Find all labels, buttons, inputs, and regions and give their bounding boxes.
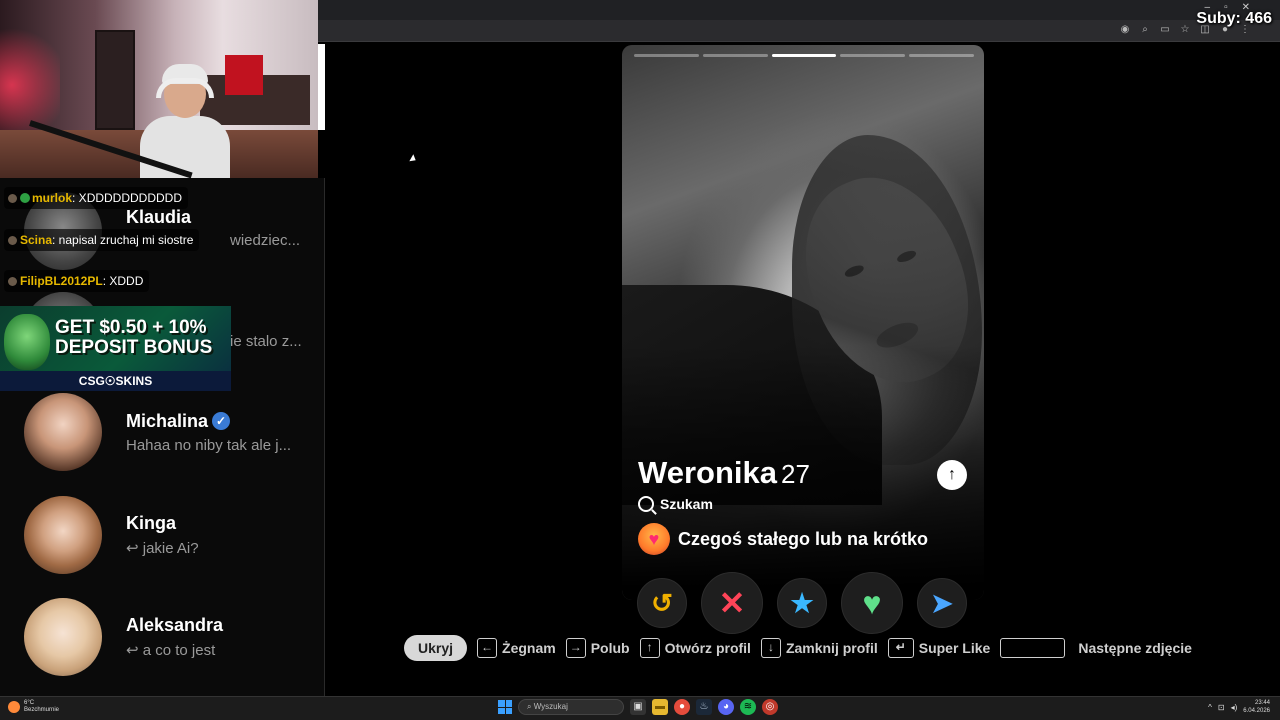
photo-progress-segment[interactable] bbox=[634, 54, 699, 57]
arrow-left-key-icon: ← bbox=[477, 638, 498, 658]
chat-avatar-icon bbox=[8, 277, 17, 286]
photo-progress-segment[interactable] bbox=[771, 54, 837, 57]
heart-icon: ♥ bbox=[862, 584, 882, 621]
sun-icon bbox=[8, 701, 20, 713]
file-explorer-icon[interactable]: ▬ bbox=[652, 699, 668, 715]
mascot-icon bbox=[4, 314, 50, 370]
arrow-down-key-icon: ↓ bbox=[760, 638, 781, 658]
looking-for: Szukam bbox=[638, 496, 713, 512]
heart-eyes-icon: ♥ bbox=[638, 523, 670, 555]
match-preview: ie stalo z... bbox=[230, 333, 302, 350]
profile-name: Weronika 27 bbox=[638, 455, 810, 490]
nope-button[interactable]: ✕ bbox=[701, 572, 763, 634]
rewind-button[interactable]: ↺ bbox=[637, 578, 687, 628]
space-key-icon bbox=[1000, 638, 1066, 658]
mouse-cursor-icon bbox=[409, 154, 418, 164]
system-tray: ^ ⊡ ◂) 23:44 6.04.2026 bbox=[1208, 699, 1270, 715]
arrow-up-icon[interactable]: ↑ bbox=[937, 460, 967, 490]
keyboard-hints: Ukryj ← Żegnam → Polub ↑ Otwórz profil ↓ Zam… bbox=[404, 634, 1192, 662]
chevron-up-icon[interactable]: ^ bbox=[1208, 703, 1212, 712]
webcam-shirt bbox=[225, 55, 263, 95]
network-icon[interactable]: ⊡ bbox=[1218, 703, 1225, 712]
photo-progress bbox=[634, 54, 974, 57]
task-view-icon[interactable]: ▣ bbox=[630, 699, 646, 715]
relationship-goal: ♥ Czegoś stałego lub na krótko bbox=[638, 523, 928, 555]
screen: { "overlay": {"subs_label": "Suby: 466"}… bbox=[0, 0, 1280, 720]
hint-next-photo: Następne zdjęcie bbox=[1000, 638, 1192, 658]
chat-avatar-icon bbox=[8, 236, 17, 245]
star-icon: ★ bbox=[790, 587, 814, 618]
taskbar: 6°C Bezchmurnie ⌕ Wyszukaj ▣ ▬ ● ♨ ◕ ≋ ◎ … bbox=[0, 696, 1280, 720]
chat-message: murlok: XDDDDDDDDDDD bbox=[4, 187, 189, 209]
subscriber-badge-icon bbox=[20, 193, 30, 203]
verified-badge-icon: ✓ bbox=[212, 412, 231, 430]
match-preview: Hahaa no niby tak ale j... bbox=[126, 437, 292, 454]
spotify-icon[interactable]: ≋ bbox=[740, 699, 756, 715]
chat-message: FilipBL2012PL: XDDD bbox=[4, 270, 150, 292]
sponsor-banner: GET $0.50 + 10% DEPOSIT BONUS CSG☉SKINS bbox=[0, 306, 231, 391]
volume-icon[interactable]: ◂) bbox=[1231, 703, 1238, 712]
match-item[interactable]: Michalina ✓ Hahaa no niby tak ale j... bbox=[0, 393, 325, 493]
sidebar-scrollbar[interactable] bbox=[318, 44, 325, 130]
webcam-door bbox=[95, 30, 135, 130]
x-icon: ✕ bbox=[718, 585, 746, 621]
taskbar-apps: ⌕ Wyszukaj ▣ ▬ ● ♨ ◕ ≋ ◎ bbox=[498, 699, 778, 715]
match-name: Kinga bbox=[126, 513, 177, 533]
send-icon: ➤ bbox=[931, 587, 953, 618]
chat-avatar-icon bbox=[8, 194, 17, 203]
avatar bbox=[24, 393, 102, 471]
match-preview: wiedziec... bbox=[230, 232, 301, 249]
avatar bbox=[24, 496, 102, 574]
hide-hints-button[interactable]: Ukryj bbox=[404, 635, 468, 661]
like-button[interactable]: ♥ bbox=[841, 572, 903, 634]
match-name: Klaudia bbox=[126, 207, 192, 227]
photo-progress-segment[interactable] bbox=[909, 54, 974, 57]
super-like-button[interactable]: ★ bbox=[777, 578, 827, 628]
hint-super-like: ↵ Super Like bbox=[887, 638, 990, 658]
steam-icon[interactable]: ♨ bbox=[696, 699, 712, 715]
webcam-overlay bbox=[0, 0, 318, 178]
arrow-up-key-icon: ↑ bbox=[639, 638, 660, 658]
zoom-icon[interactable]: ⌕ bbox=[1140, 24, 1150, 36]
hint-close-profile: ↓ Zamknij profil bbox=[760, 638, 878, 658]
photo-progress-segment[interactable] bbox=[840, 54, 906, 57]
hint-nope: ← Żegnam bbox=[477, 638, 556, 658]
star-bookmark-icon[interactable]: ☆ bbox=[1180, 24, 1190, 36]
headphones-icon bbox=[156, 78, 214, 98]
discord-icon[interactable]: ◕ bbox=[718, 699, 734, 715]
ad-headline: GET $0.50 + 10% DEPOSIT BONUS bbox=[55, 317, 213, 358]
boost-button[interactable]: ➤ bbox=[917, 578, 967, 628]
chat-message: Scina: napisal zruchaj mi siostre bbox=[4, 229, 200, 251]
taskbar-search[interactable]: ⌕ Wyszukaj bbox=[518, 699, 624, 715]
hint-open-profile: ↑ Otwórz profil bbox=[639, 638, 751, 658]
match-item[interactable]: Aleksandra ↩ a co to jest bbox=[0, 598, 325, 698]
browser-title-bar bbox=[318, 0, 1280, 20]
chrome-icon[interactable]: ● bbox=[674, 699, 690, 715]
windows-start-icon[interactable] bbox=[498, 700, 512, 714]
weather-widget[interactable]: 6°C Bezchmurnie bbox=[8, 700, 59, 714]
search-icon bbox=[638, 496, 654, 512]
ad-brand: CSG☉SKINS bbox=[0, 371, 231, 391]
rewind-icon: ↺ bbox=[651, 587, 673, 618]
subscriber-counter: Suby: 466 bbox=[1196, 10, 1272, 27]
match-item[interactable]: Kinga ↩ jakie Ai? bbox=[0, 496, 325, 596]
matches-sidebar: Klaudia wiedziec... ie stalo z... Michal… bbox=[0, 178, 325, 696]
obs-icon[interactable]: ◎ bbox=[762, 699, 778, 715]
enter-key-icon: ↵ bbox=[887, 638, 914, 658]
photo-progress-segment[interactable] bbox=[702, 54, 768, 57]
profile-card[interactable]: Weronika 27 ↑ Szukam ♥ Czegoś stałego lub … bbox=[622, 45, 984, 600]
action-bar: ↺ ✕ ★ ♥ ➤ bbox=[637, 572, 967, 634]
arrow-right-key-icon: → bbox=[565, 638, 586, 658]
cast-icon[interactable]: ▭ bbox=[1160, 24, 1170, 36]
match-name: Aleksandra bbox=[126, 615, 224, 635]
avatar bbox=[24, 598, 102, 676]
match-preview: ↩ jakie Ai? bbox=[126, 540, 199, 557]
hint-like: → Polub bbox=[565, 638, 630, 658]
location-icon[interactable]: ◉ bbox=[1120, 24, 1130, 36]
match-name: Michalina ✓ bbox=[126, 411, 231, 432]
clock[interactable]: 23:44 6.04.2026 bbox=[1243, 699, 1270, 715]
profile-age: 27 bbox=[780, 459, 810, 489]
match-preview: ↩ a co to jest bbox=[126, 642, 216, 659]
